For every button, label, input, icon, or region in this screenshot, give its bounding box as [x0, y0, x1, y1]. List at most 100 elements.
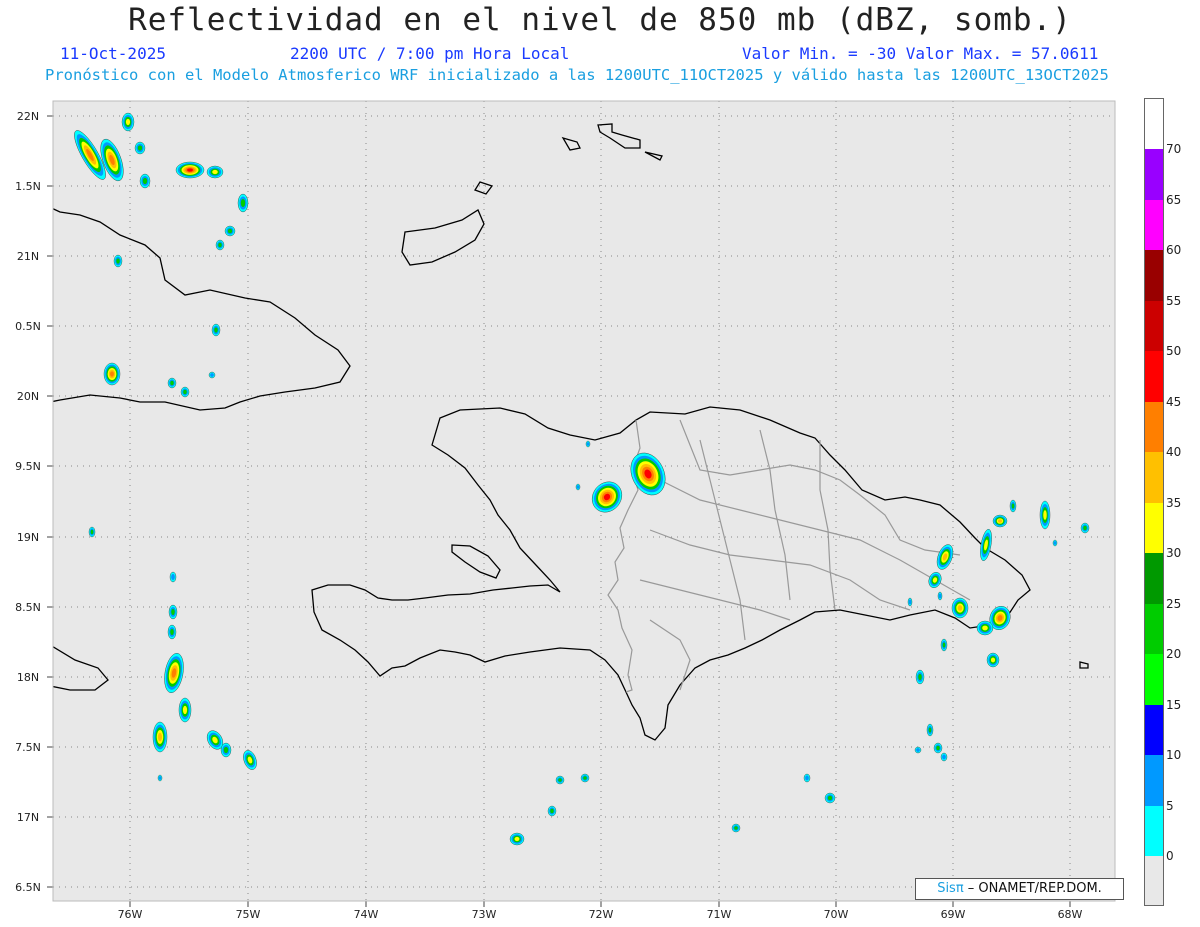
reflectivity-cell — [134, 141, 146, 155]
reflectivity-cell — [976, 620, 994, 636]
reflectivity-cell — [986, 652, 1000, 668]
reflectivity-cell — [509, 832, 525, 846]
lon-label: 71W — [707, 908, 732, 921]
color-scale-label: 65 — [1166, 192, 1182, 207]
latitude-axis: 22N 1.5N 21N 0.5N 20N 9.5N 19N 8.5N 18N 7.5N 17N 6.… — [15, 110, 53, 894]
reflectivity-cell — [167, 377, 177, 389]
reflectivity-cell — [933, 742, 943, 754]
reflectivity-cell — [139, 173, 151, 189]
reflectivity-cell — [113, 254, 123, 268]
credit-text: – ONAMET/REP.DOM. — [963, 881, 1102, 896]
reflectivity-cell — [1052, 539, 1058, 547]
reflectivity-cell — [224, 225, 236, 237]
reflectivity-cell — [547, 805, 557, 817]
color-scale-label: 10 — [1166, 748, 1182, 762]
lon-label: 70W — [824, 908, 849, 921]
reflectivity-cell — [211, 323, 221, 337]
color-scale-label: 25 — [1166, 596, 1182, 611]
reflectivity-cell — [157, 774, 163, 782]
color-scale-segment — [1145, 199, 1163, 250]
reflectivity-cell — [167, 624, 177, 640]
reflectivity-cell — [103, 362, 121, 386]
color-scale-segment — [1145, 149, 1163, 200]
color-scale-label: 35 — [1166, 495, 1182, 510]
reflectivity-cell — [926, 723, 934, 737]
radar-map: 22N 1.5N 21N 0.5N 20N 9.5N 19N 8.5N 18N 7.5N 17N 6.… — [15, 100, 1116, 921]
color-scale-label: 15 — [1166, 697, 1182, 712]
color-scale-segment — [1145, 603, 1163, 654]
reflectivity-cell — [206, 165, 224, 179]
lat-label: 8.5N — [15, 601, 41, 614]
reflectivity-cell — [914, 746, 922, 754]
color-scale-segment — [1145, 654, 1163, 705]
reflectivity-cell — [175, 161, 205, 179]
longitude-axis: 76W 75W 74W 73W 72W 71W 70W 69W 68W — [118, 901, 1083, 921]
color-scale-segment — [1145, 502, 1163, 553]
reflectivity-cell — [88, 526, 96, 538]
color-scale-segment — [1145, 351, 1163, 402]
reflectivity-cell — [168, 604, 178, 620]
color-scale-label: 40 — [1166, 445, 1182, 459]
reflectivity-cell — [951, 597, 969, 619]
lon-label: 75W — [236, 908, 261, 921]
color-scale-bar — [1144, 98, 1164, 906]
lon-label: 69W — [941, 908, 966, 921]
lon-label: 74W — [354, 908, 379, 921]
reflectivity-cell — [220, 742, 232, 758]
lat-label: 22N — [17, 110, 39, 123]
reflectivity-cell — [992, 514, 1008, 528]
color-scale-label: 50 — [1166, 344, 1182, 358]
color-scale-segment — [1145, 704, 1163, 755]
lon-label: 72W — [589, 908, 614, 921]
reflectivity-cell — [555, 775, 565, 785]
reflectivity-cell — [121, 112, 135, 132]
lat-label: 0.5N — [15, 320, 41, 333]
reflectivity-cell — [180, 386, 190, 398]
color-scale-label: 20 — [1166, 647, 1182, 661]
lon-label: 68W — [1058, 908, 1083, 921]
color-scale-label: 45 — [1166, 394, 1182, 409]
color-scale-label: 0 — [1166, 849, 1174, 863]
lat-label: 18N — [17, 671, 39, 684]
reflectivity-cell — [940, 638, 948, 652]
reflectivity-cell — [575, 483, 581, 491]
reflectivity-cell — [585, 440, 591, 448]
color-scale-segment — [1145, 805, 1163, 856]
reflectivity-cell — [937, 591, 943, 601]
reflectivity-cell — [915, 669, 925, 685]
lat-label: 7.5N — [15, 741, 41, 754]
reflectivity-cell — [1080, 522, 1090, 534]
color-scale-label: 30 — [1166, 546, 1182, 560]
reflectivity-cell — [169, 571, 177, 583]
color-scale-label: 55 — [1166, 293, 1182, 308]
reflectivity-cell — [940, 752, 948, 762]
sispi-logo: Sisπ — [937, 881, 964, 896]
lon-label: 73W — [472, 908, 497, 921]
reflectivity-cell — [1039, 500, 1051, 530]
lat-label: 1.5N — [15, 180, 41, 193]
lat-label: 9.5N — [15, 460, 41, 473]
color-scale-label: 5 — [1166, 798, 1174, 813]
lat-label: 19N — [17, 531, 39, 544]
color-scale-segment — [1145, 401, 1163, 452]
reflectivity-cell — [178, 697, 192, 723]
reflectivity-cell — [803, 773, 811, 783]
color-scale-label: 60 — [1166, 243, 1182, 257]
lat-label: 20N — [17, 390, 39, 403]
color-scale-segment — [1145, 452, 1163, 503]
color-scale-segment — [1145, 300, 1163, 351]
lat-label: 17N — [17, 811, 39, 824]
reflectivity-cell — [731, 823, 741, 833]
reflectivity-cell — [152, 721, 168, 753]
lon-label: 76W — [118, 908, 143, 921]
color-scale-segment — [1145, 755, 1163, 806]
reflectivity-cell — [208, 371, 216, 379]
color-scale-segment — [1145, 856, 1163, 905]
color-scale-segment — [1145, 250, 1163, 301]
color-scale-segment — [1145, 553, 1163, 604]
color-scale-label: 70 — [1166, 142, 1182, 156]
reflectivity-cell — [580, 773, 590, 783]
reflectivity-cell — [907, 597, 913, 607]
lat-label: 6.5N — [15, 881, 41, 894]
reflectivity-cell — [237, 193, 249, 213]
